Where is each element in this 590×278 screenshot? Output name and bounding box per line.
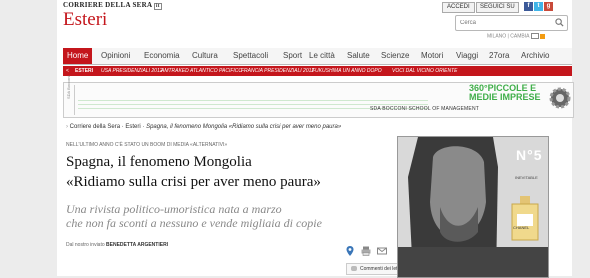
perfume-bottle-image: [511, 196, 539, 241]
article-kicker: NELL'ULTIMO ANNO C'È STATO UN BOOM DI ME…: [66, 142, 228, 148]
ad-brand: CHANEL: [513, 225, 530, 230]
nav-home[interactable]: Home: [63, 48, 93, 64]
subnav-back-arrow[interactable]: <: [66, 66, 69, 76]
article-title-line1: Spagna, il fenomeno Mongolia: [66, 154, 252, 170]
banner-title: 360°PICCOLE E MEDIE IMPRESE: [469, 84, 541, 102]
breadcrumb-esteri[interactable]: Esteri: [125, 124, 140, 130]
nav-archivio[interactable]: Archivio: [521, 48, 549, 64]
chanel-advertisement[interactable]: N°5 INEVITABLE CHANEL: [397, 136, 549, 278]
byline-author[interactable]: BENEDETTA ARGENTIERI: [106, 242, 168, 248]
email-icon[interactable]: [376, 245, 388, 257]
search-input[interactable]: [460, 17, 552, 28]
subnav-amtraked[interactable]: AMTRAKED ATLANTICO PACIFICO: [161, 66, 242, 76]
print-icon[interactable]: [360, 245, 372, 257]
site-header: CORRIERE DELLA SERA it Esteri ACCEDI SEG…: [57, 0, 572, 42]
subnav-francia[interactable]: FRANCIA PRESIDENZIALI 2012: [241, 66, 314, 76]
nav-opinioni[interactable]: Opinioni: [101, 48, 130, 64]
follow-us-label: SEGUICI SU: [476, 2, 519, 13]
article-title-line2: «Ridiamo sulla crisi per aver meno paura…: [66, 174, 321, 190]
comment-icon: [351, 266, 357, 272]
ad-title: N°5: [516, 147, 543, 163]
banner-title-line2: MEDIE IMPRESE: [469, 92, 541, 102]
byline: Dal nostro inviato BENEDETTA ARGENTIERI: [66, 242, 168, 248]
article-title: Spagna, il fenomeno Mongolia «Ridiamo su…: [66, 152, 396, 192]
banner-side-mark: SDA Bocconi: [66, 76, 75, 115]
twitter-icon[interactable]: t: [534, 2, 543, 11]
nav-cultura[interactable]: Cultura: [192, 48, 218, 64]
site-logo[interactable]: CORRIERE DELLA SERA it: [63, 1, 162, 10]
nav-viaggi[interactable]: Viaggi: [456, 48, 478, 64]
login-button[interactable]: ACCEDI: [442, 2, 475, 13]
subnav-fukushima[interactable]: FUKUSHIMA UN ANNO DOPO: [312, 66, 382, 76]
breadcrumb-current: Spagna, il fenomeno Mongolia «Ridiamo su…: [146, 124, 342, 130]
location-pin-icon[interactable]: [344, 245, 356, 257]
search-box: [455, 15, 568, 31]
subnav-voci[interactable]: VOCI DAL VICINO ORIENTE: [392, 66, 457, 76]
main-nav: Home Opinioni Economia Cultura Spettacol…: [63, 48, 572, 65]
banner-side-text: SDA Bocconi: [66, 75, 71, 99]
logo-badge: it: [154, 3, 162, 10]
page: CORRIERE DELLA SERA it Esteri ACCEDI SEG…: [57, 0, 574, 278]
googleplus-icon[interactable]: g: [544, 2, 553, 11]
breadcrumb-arrow-icon: ›: [66, 124, 68, 130]
article-subtitle-line1: Una rivista politico-umoristica nata a m…: [66, 202, 282, 216]
breadcrumb: › Corriere della Sera · Esteri · Spagna,…: [66, 124, 342, 130]
subnav-esteri[interactable]: ESTERI: [75, 66, 93, 76]
nav-le-citta[interactable]: Le città: [309, 48, 335, 64]
facebook-icon[interactable]: f: [524, 2, 533, 11]
article-subtitle-line2: che non fa sconti a nessuno e vende migl…: [66, 216, 322, 230]
breadcrumb-home[interactable]: Corriere della Sera: [70, 124, 120, 130]
city-selector[interactable]: MILANO | CAMBIA: [487, 33, 545, 39]
nav-salute[interactable]: Salute: [347, 48, 370, 64]
nav-economia[interactable]: Economia: [144, 48, 180, 64]
mail-icon[interactable]: [530, 33, 539, 39]
gear-icon: [549, 87, 571, 109]
nav-scienze[interactable]: Scienze: [381, 48, 409, 64]
nav-motori[interactable]: Motori: [421, 48, 443, 64]
article-subtitle: Una rivista politico-umoristica nata a m…: [66, 202, 396, 230]
section-title[interactable]: Esteri: [63, 9, 107, 31]
byline-prefix: Dal nostro inviato: [66, 242, 105, 248]
nav-sport[interactable]: Sport: [283, 48, 302, 64]
search-icon[interactable]: [555, 18, 564, 27]
ad-tagline: INEVITABLE: [515, 175, 538, 180]
banner-school-name: SDA BOCCONI SCHOOL OF MANAGEMENT: [370, 106, 480, 112]
rss-icon[interactable]: [539, 33, 545, 39]
subnav-usa[interactable]: USA PRESIDENZIALI 2012: [101, 66, 163, 76]
nav-27ora[interactable]: 27ora: [489, 48, 509, 64]
section-subnav: < ESTERI USA PRESIDENZIALI 2012 AMTRAKED…: [63, 66, 572, 76]
nav-spettacoli[interactable]: Spettacoli: [233, 48, 268, 64]
